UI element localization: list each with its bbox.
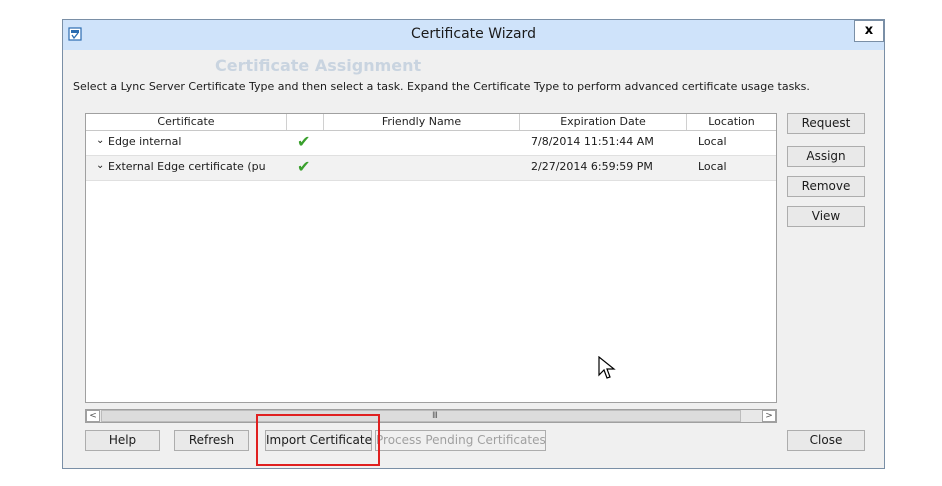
window-title: Certificate Wizard — [411, 26, 536, 42]
title-bar[interactable]: Certificate Wizard x — [63, 20, 884, 50]
expiration-date: 7/8/2014 11:51:44 AM — [531, 135, 654, 148]
column-header-expiration-date[interactable]: Expiration Date — [520, 115, 686, 128]
location: Local — [698, 160, 727, 173]
mouse-pointer-icon — [598, 356, 616, 379]
highlight-box — [256, 414, 380, 466]
view-button[interactable]: View — [787, 206, 865, 227]
certificate-grid: Certificate Friendly Name Expiration Dat… — [85, 113, 777, 403]
certificate-name: External Edge certificate (pu — [108, 160, 266, 173]
table-row[interactable]: ⌄ Edge internal ✔ 7/8/2014 11:51:44 AM L… — [86, 131, 776, 155]
help-button[interactable]: Help — [85, 430, 160, 451]
instruction-text: Select a Lync Server Certificate Type an… — [73, 80, 810, 93]
close-button[interactable]: Close — [787, 430, 865, 451]
refresh-button[interactable]: Refresh — [174, 430, 249, 451]
certificate-name: Edge internal — [108, 135, 182, 148]
grip-icon: III — [432, 411, 438, 421]
column-divider — [286, 114, 287, 130]
scroll-right-icon[interactable]: > — [762, 410, 776, 422]
checkmark-icon: ✔ — [297, 157, 311, 176]
scrollbar-thumb[interactable]: III — [101, 410, 741, 422]
column-header-friendly-name[interactable]: Friendly Name — [324, 115, 519, 128]
request-button[interactable]: Request — [787, 113, 865, 134]
certificate-wizard-window: Certificate Wizard x Certificate Assignm… — [62, 19, 885, 469]
table-row[interactable]: ⌄ External Edge certificate (pu ✔ 2/27/2… — [86, 155, 776, 181]
expiration-date: 2/27/2014 6:59:59 PM — [531, 160, 653, 173]
expand-chevron-icon[interactable]: ⌄ — [96, 160, 104, 171]
background-ghost-heading: Certificate Assignment — [215, 56, 422, 75]
column-header-certificate[interactable]: Certificate — [86, 115, 286, 128]
column-header-location[interactable]: Location — [687, 115, 776, 128]
grid-header: Certificate Friendly Name Expiration Dat… — [86, 114, 776, 131]
process-pending-certificates-button[interactable]: Process Pending Certificates — [375, 430, 546, 451]
expand-chevron-icon[interactable]: ⌄ — [96, 135, 104, 146]
close-window-button[interactable]: x — [854, 20, 884, 42]
location: Local — [698, 135, 727, 148]
scroll-left-icon[interactable]: < — [86, 410, 100, 422]
remove-button[interactable]: Remove — [787, 176, 865, 197]
horizontal-scrollbar[interactable]: < III > — [85, 409, 777, 423]
assign-button[interactable]: Assign — [787, 146, 865, 167]
checkmark-icon: ✔ — [297, 132, 311, 151]
